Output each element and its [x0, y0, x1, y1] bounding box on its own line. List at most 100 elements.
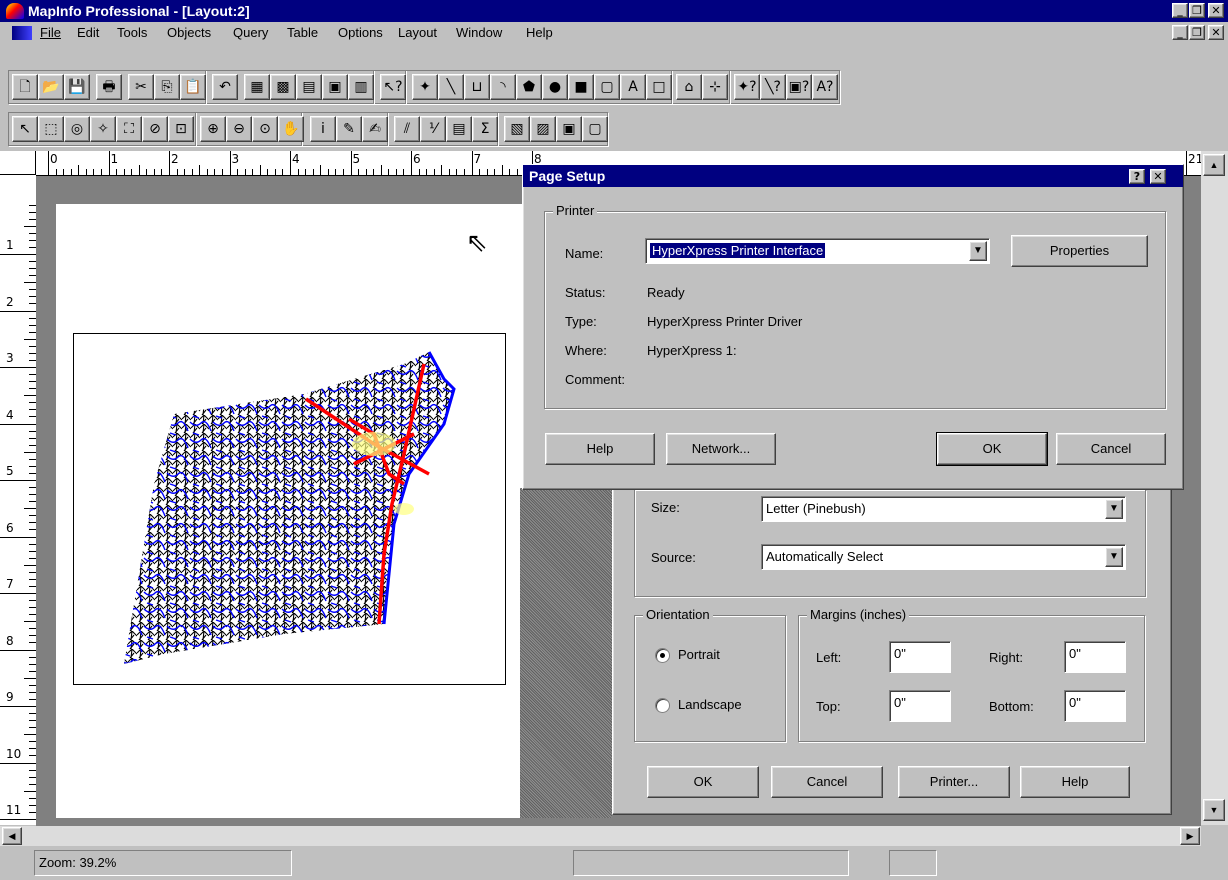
radius-select-icon[interactable]: ◎	[64, 116, 90, 142]
printer-cancel-button[interactable]: Cancel	[1056, 433, 1166, 465]
source-dropdown[interactable]: Automatically Select ▼	[761, 544, 1126, 570]
print-icon[interactable]: 🖶	[96, 74, 122, 100]
menu-options[interactable]: Options	[338, 25, 383, 40]
horizontal-scrollbar[interactable]: ◀ ▶	[0, 826, 1201, 846]
dialog-title-bar[interactable]: Page Setup	[523, 165, 1183, 187]
info-icon[interactable]: i	[310, 116, 336, 142]
minimize-icon[interactable]: _	[1172, 3, 1188, 18]
clip-region-icon[interactable]: ▢	[582, 116, 608, 142]
menu-file[interactable]: File	[40, 25, 61, 40]
cancel-button[interactable]: Cancel	[771, 766, 883, 798]
ok-button[interactable]: OK	[647, 766, 759, 798]
rectangle-tool-icon[interactable]: ■	[568, 74, 594, 100]
dialog-close-icon[interactable]: ✕	[1150, 169, 1166, 184]
menu-edit[interactable]: Edit	[77, 25, 99, 40]
close-icon[interactable]: ✕	[1208, 3, 1224, 18]
marquee-select-icon[interactable]: ⬚	[38, 116, 64, 142]
layout-icon[interactable]: ▣	[322, 74, 348, 100]
symbol-tool-icon[interactable]: ✦	[412, 74, 438, 100]
cosmetic-icon[interactable]: ▨	[530, 116, 556, 142]
scroll-down-icon[interactable]: ▼	[1203, 799, 1225, 821]
region-style-icon[interactable]: ▣?	[786, 74, 812, 100]
graph-select-icon[interactable]: ⊡	[168, 116, 194, 142]
layer-control-icon[interactable]: ▣	[556, 116, 582, 142]
menu-help[interactable]: Help	[526, 25, 553, 40]
doc-minimize-icon[interactable]: _	[1172, 25, 1188, 40]
menu-table[interactable]: Table	[287, 25, 318, 40]
chevron-down-icon[interactable]: ▼	[969, 241, 987, 261]
portrait-radio[interactable]	[655, 648, 670, 663]
mapinfo-app-icon[interactable]	[6, 3, 24, 19]
legend-icon[interactable]: ⅟	[420, 116, 446, 142]
copy-icon[interactable]: ⎘	[154, 74, 180, 100]
menu-layout[interactable]: Layout	[398, 25, 437, 40]
line-tool-icon[interactable]: ╲	[438, 74, 464, 100]
sum-icon[interactable]: Σ	[472, 116, 498, 142]
symbol-style-icon[interactable]: ✦?	[734, 74, 760, 100]
bottom-margin-field[interactable]: 0"	[1064, 690, 1126, 722]
doc-restore-icon[interactable]: ❐	[1189, 25, 1205, 40]
save-icon[interactable]: 💾	[64, 74, 90, 100]
polygon-tool-icon[interactable]: ⬟	[516, 74, 542, 100]
menu-objects[interactable]: Objects	[167, 25, 211, 40]
size-dropdown[interactable]: Letter (Pinebush) ▼	[761, 496, 1126, 522]
unselect-all-icon[interactable]: ⊘	[142, 116, 168, 142]
zoom-in-icon[interactable]: ⊕	[200, 116, 226, 142]
undo-icon[interactable]: ↶	[212, 74, 238, 100]
thematic-icon[interactable]: ▧	[504, 116, 530, 142]
paste-icon[interactable]: 📋	[180, 74, 206, 100]
zoom-out-icon[interactable]: ⊖	[226, 116, 252, 142]
polyline-tool-icon[interactable]: ⊔	[464, 74, 490, 100]
scroll-left-icon[interactable]: ◀	[2, 827, 22, 845]
line-style-icon[interactable]: ╲?	[760, 74, 786, 100]
doc-close-icon[interactable]: ✕	[1208, 25, 1224, 40]
scroll-up-icon[interactable]: ▲	[1203, 154, 1225, 176]
ruler-icon[interactable]: ✎	[336, 116, 362, 142]
properties-button[interactable]: Properties	[1011, 235, 1148, 267]
grabber-icon[interactable]: ✋	[278, 116, 304, 142]
map-icon[interactable]: ▩	[270, 74, 296, 100]
chevron-down-icon[interactable]: ▼	[1105, 547, 1123, 567]
graph-icon[interactable]: ▤	[296, 74, 322, 100]
ellipse-tool-icon[interactable]: ●	[542, 74, 568, 100]
frame-tool-icon[interactable]: □	[646, 74, 672, 100]
right-margin-field[interactable]: 0"	[1064, 641, 1126, 673]
document-window-icon[interactable]	[12, 26, 32, 40]
landscape-label[interactable]: Landscape	[678, 697, 742, 712]
app-title-bar[interactable]: MapInfo Professional - [Layout:2] _ ❐ ✕	[0, 0, 1228, 22]
statistics-icon[interactable]: ▤	[446, 116, 472, 142]
browser-icon[interactable]: ▦	[244, 74, 270, 100]
printer-name-dropdown[interactable]: HyperXpress Printer Interface ▼	[645, 238, 990, 264]
arc-tool-icon[interactable]: ◝	[490, 74, 516, 100]
restore-icon[interactable]: ❐	[1189, 3, 1205, 18]
text-style-icon[interactable]: A?	[812, 74, 838, 100]
text-tool-icon[interactable]: A	[620, 74, 646, 100]
redistrict-icon[interactable]: ▥	[348, 74, 374, 100]
left-margin-field[interactable]: 0"	[889, 641, 951, 673]
polygon-select-icon[interactable]: ✧	[90, 116, 116, 142]
boundary-select-icon[interactable]: ⛶	[116, 116, 142, 142]
landscape-radio[interactable]	[655, 698, 670, 713]
cut-icon[interactable]: ✂	[128, 74, 154, 100]
chevron-down-icon[interactable]: ▼	[1105, 499, 1123, 519]
rounded-rectangle-tool-icon[interactable]: ▢	[594, 74, 620, 100]
printer-button[interactable]: Printer...	[898, 766, 1010, 798]
add-node-icon[interactable]: ⊹	[702, 74, 728, 100]
menu-tools[interactable]: Tools	[117, 25, 147, 40]
portrait-label[interactable]: Portrait	[678, 647, 720, 662]
map-frame[interactable]	[73, 333, 506, 685]
drag-map-icon[interactable]: ⫽	[394, 116, 420, 142]
label-icon[interactable]: ✍	[362, 116, 388, 142]
menu-window[interactable]: Window	[456, 25, 502, 40]
top-margin-field[interactable]: 0"	[889, 690, 951, 722]
open-icon[interactable]: 📂	[38, 74, 64, 100]
context-help-icon[interactable]: ?	[1129, 169, 1145, 184]
help-button[interactable]: Help	[1020, 766, 1130, 798]
network-button[interactable]: Network...	[666, 433, 776, 465]
menu-query[interactable]: Query	[233, 25, 268, 40]
select-icon[interactable]: ↖	[12, 116, 38, 142]
printer-ok-button[interactable]: OK	[936, 432, 1048, 466]
printer-help-button[interactable]: Help	[545, 433, 655, 465]
vertical-scrollbar[interactable]: ▲ ▼	[1201, 151, 1228, 825]
change-view-icon[interactable]: ⊙	[252, 116, 278, 142]
